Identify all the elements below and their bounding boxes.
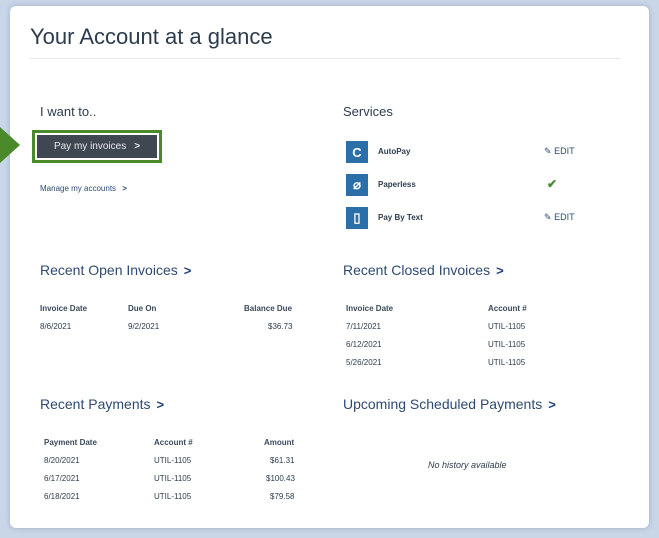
refresh-icon: C [346, 141, 368, 163]
chevron-right-icon: > [496, 263, 504, 278]
phone-icon: ▯ [346, 207, 368, 229]
chevron-right-icon: > [134, 141, 141, 152]
table-cell: 6/18/2021 [44, 492, 80, 501]
section-title: Recent Closed Invoices [343, 262, 491, 278]
chevron-right-icon: > [548, 397, 556, 412]
pay-invoices-highlight: Pay my invoices > [32, 130, 162, 163]
column-header: Payment Date [44, 438, 97, 447]
chevron-right-icon: > [122, 184, 127, 193]
service-label: Paperless [378, 180, 416, 189]
leaf-icon: ⌀ [346, 174, 368, 196]
table-cell: $79.58 [270, 492, 295, 501]
table-cell: UTIL-1105 [488, 358, 526, 367]
recent-payments-link[interactable]: Recent Payments > [40, 396, 164, 412]
table-cell: $36.73 [268, 322, 293, 331]
table-cell: $61.31 [270, 456, 295, 465]
upcoming-scheduled-payments-link[interactable]: Upcoming Scheduled Payments > [343, 396, 556, 412]
table-cell: UTIL-1105 [488, 322, 526, 331]
service-paperless: ⌀ Paperless ✔ [346, 174, 606, 198]
table-cell: 6/12/2021 [346, 340, 382, 349]
recent-closed-invoices-link[interactable]: Recent Closed Invoices > [343, 262, 504, 278]
recent-payments-table: Payment Date Account # Amount 8/20/2021 … [44, 438, 304, 510]
table-cell: 7/11/2021 [346, 322, 381, 331]
check-icon: ✔ [547, 177, 558, 191]
chevron-right-icon: > [156, 397, 165, 412]
table-cell: 8/20/2021 [44, 456, 80, 465]
edit-label: EDIT [554, 146, 575, 156]
table-cell: 6/17/2021 [44, 474, 80, 483]
service-label: Pay By Text [378, 213, 423, 222]
table-cell: UTIL-1105 [154, 456, 192, 465]
table-cell: $100.43 [266, 474, 295, 483]
column-header: Account # [154, 438, 193, 447]
edit-pay-by-text-button[interactable]: ✎ EDIT [544, 212, 575, 223]
service-autopay: C AutoPay ✎ EDIT [346, 141, 606, 165]
pencil-icon: ✎ [544, 212, 552, 222]
table-cell: 8/6/2021 [40, 322, 72, 331]
pointer-arrow-icon [0, 127, 20, 163]
column-header: Due On [128, 304, 157, 313]
table-cell: UTIL-1105 [488, 340, 526, 349]
chevron-right-icon: > [183, 263, 192, 278]
no-history-message: No history available [428, 460, 507, 470]
title-divider [30, 58, 620, 59]
manage-accounts-label: Manage my accounts [40, 184, 117, 193]
table-cell: UTIL-1105 [154, 474, 192, 483]
section-title: Recent Payments [40, 396, 151, 412]
pay-invoices-button[interactable]: Pay my invoices > [37, 135, 157, 158]
service-label: AutoPay [378, 147, 411, 156]
table-cell: 5/26/2021 [346, 358, 382, 367]
section-title: Recent Open Invoices [40, 262, 178, 278]
table-cell: UTIL-1105 [154, 492, 192, 501]
column-header: Invoice Date [40, 304, 88, 313]
page-title: Your Account at a glance [30, 24, 273, 49]
pay-invoices-label: Pay my invoices [53, 141, 127, 152]
services-heading: Services [343, 104, 393, 119]
manage-accounts-link[interactable]: Manage my accounts > [40, 184, 127, 193]
pencil-icon: ✎ [544, 146, 552, 156]
edit-label: EDIT [554, 212, 575, 222]
i-want-to-heading: I want to.. [40, 104, 97, 119]
open-invoices-table: Invoice Date Due On Balance Due 8/6/2021… [40, 304, 300, 344]
recent-open-invoices-link[interactable]: Recent Open Invoices > [40, 262, 191, 278]
account-overview-card: Your Account at a glance I want to.. Pay… [10, 6, 649, 528]
column-header: Invoice Date [346, 304, 394, 313]
table-cell: 9/2/2021 [128, 322, 160, 331]
column-header: Amount [264, 438, 295, 447]
service-pay-by-text: ▯ Pay By Text ✎ EDIT [346, 207, 606, 231]
column-header: Balance Due [244, 304, 293, 313]
column-header: Account # [488, 304, 527, 313]
closed-invoices-table: Invoice Date Account # 7/11/2021 UTIL-11… [346, 304, 566, 374]
edit-autopay-button[interactable]: ✎ EDIT [544, 146, 575, 157]
section-title: Upcoming Scheduled Payments [343, 396, 543, 412]
